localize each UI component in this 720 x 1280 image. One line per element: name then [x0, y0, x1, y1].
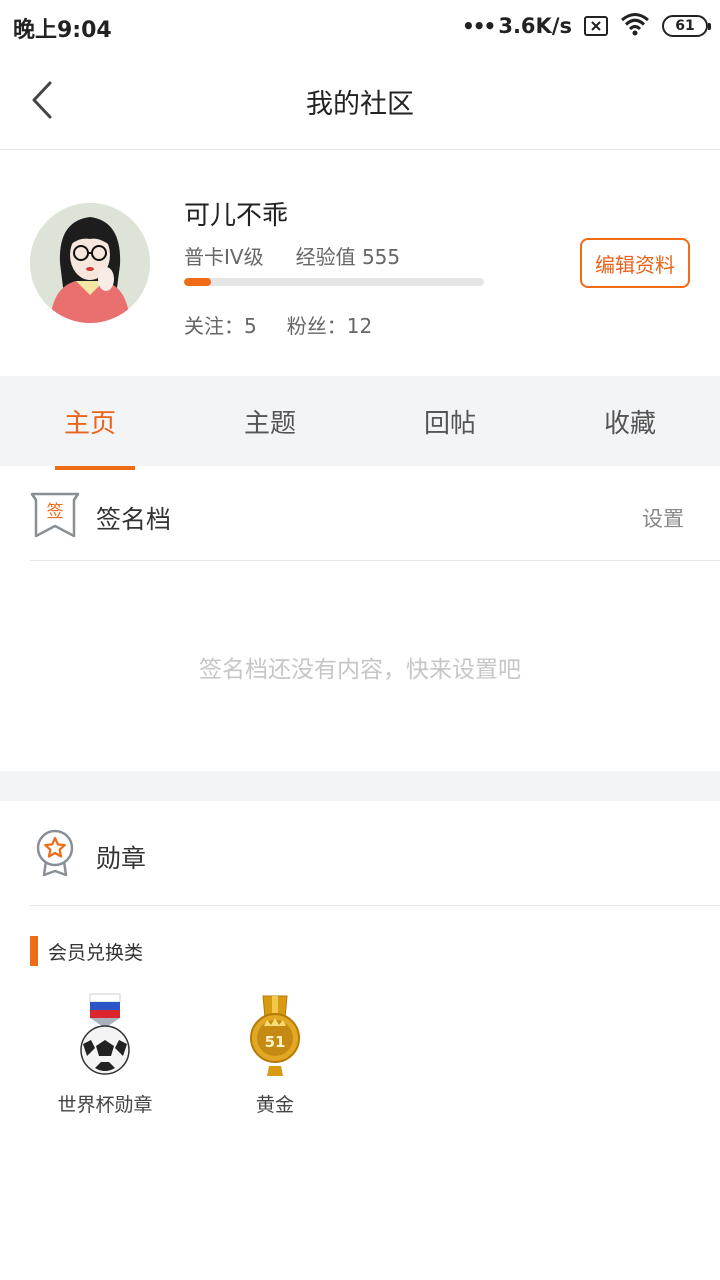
edit-profile-button[interactable]: 编辑资料: [580, 238, 690, 288]
badge-world-cup[interactable]: 世界杯勋章: [25, 992, 185, 1117]
medal-category-label: 会员兑换类: [48, 941, 144, 964]
username: 可儿不乖: [184, 201, 289, 231]
medal-ribbon-icon: [34, 829, 76, 877]
gold-medal-icon: 51: [195, 992, 355, 1082]
signature-settings-link[interactable]: 设置: [642, 503, 684, 533]
profile-card: 可儿不乖 普卡IV级 经验值 555 关注：5 粉丝：12 编辑资料: [0, 151, 720, 376]
tab-home[interactable]: 主页: [0, 376, 180, 470]
xp-progress-bar: [184, 278, 484, 286]
member-level: 普卡IV级: [184, 245, 264, 269]
status-bar: 晚上9:04 ••• 3.6K/s 61: [0, 0, 720, 52]
wifi-icon: [620, 12, 650, 40]
signature-icon-glyph: 签: [47, 502, 64, 522]
avatar[interactable]: [30, 203, 150, 323]
section-divider: [0, 771, 720, 801]
title-bar: 我的社区: [0, 52, 720, 150]
signature-header: 签 签名档 设置: [30, 470, 720, 561]
medals-header: 勋章: [30, 801, 720, 906]
signature-icon: 签: [30, 492, 80, 540]
xp-progress-fill: [184, 278, 211, 286]
network-speed: 3.6K/s: [498, 14, 572, 38]
tab-bar: 主页 主题 回帖 收藏: [0, 376, 720, 470]
world-cup-medal-icon: [25, 992, 185, 1082]
signal-dots-icon: •••: [461, 14, 496, 38]
signature-title: 签名档: [96, 505, 172, 534]
battery-icon: 61: [662, 15, 711, 37]
gold-medal-number: 51: [265, 1033, 286, 1051]
tab-topics[interactable]: 主题: [180, 376, 360, 466]
fans-count[interactable]: 粉丝：12: [287, 310, 372, 339]
tab-replies[interactable]: 回帖: [360, 376, 540, 466]
medal-category: 会员兑换类: [30, 936, 143, 966]
following-count[interactable]: 关注：5: [184, 310, 257, 339]
follow-row: 关注：5 粉丝：12: [184, 310, 372, 339]
experience-value: 经验值 555: [295, 245, 401, 269]
status-time: 晚上9:04: [13, 18, 112, 43]
level-row: 普卡IV级 经验值 555: [184, 241, 400, 270]
badge-name: 黄金: [255, 1094, 294, 1116]
signature-empty-text: 签名档还没有内容，快来设置吧: [199, 657, 521, 683]
page-title: 我的社区: [306, 89, 414, 120]
badge-gold[interactable]: 51 黄金: [195, 992, 355, 1117]
tab-favorites[interactable]: 收藏: [540, 376, 720, 466]
status-icons: ••• 3.6K/s 61: [461, 12, 711, 40]
sim-x-icon: [584, 16, 608, 36]
medals-title: 勋章: [96, 844, 147, 873]
badge-name: 世界杯勋章: [57, 1094, 153, 1116]
category-marker: [30, 936, 38, 966]
